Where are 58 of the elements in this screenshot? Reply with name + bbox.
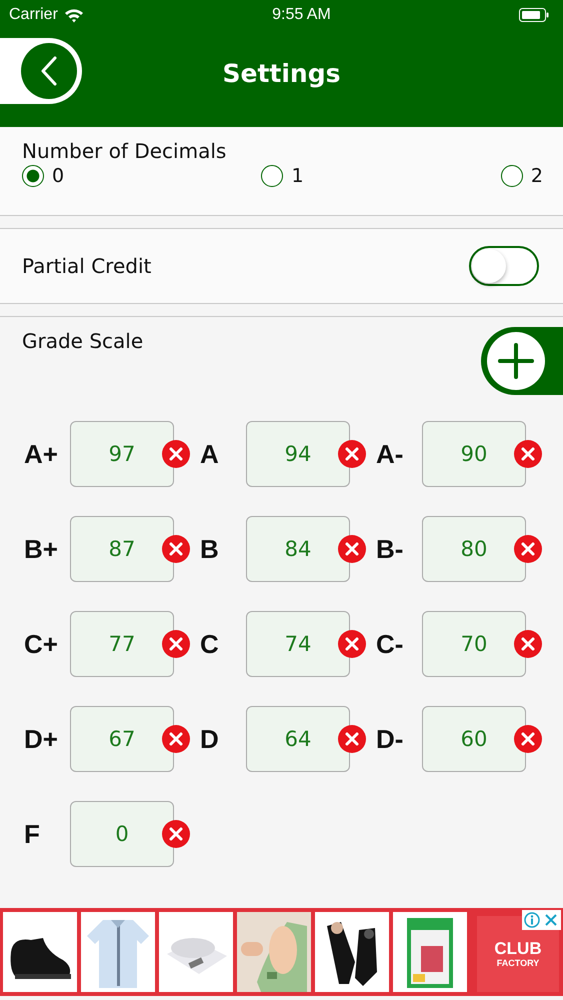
grade-label: A [200,438,220,470]
radio-option[interactable]: 2 [500,165,543,187]
grade-label: F [24,818,41,850]
grade-label: A- [376,438,404,470]
grade-input[interactable]: 87 [70,516,174,582]
delete-icon[interactable] [338,440,366,468]
radio-option[interactable]: 0 [22,165,64,187]
delete-icon[interactable] [338,630,366,658]
info-icon[interactable] [524,912,540,928]
grade-input[interactable]: 70 [422,611,526,677]
carrier-label: Carrier [9,6,58,24]
grade-input[interactable]: 0 [70,801,174,867]
delete-icon[interactable] [514,630,542,658]
chevron-left-icon [41,56,57,86]
grade-label: C [200,628,220,660]
delete-icon[interactable] [162,630,190,658]
delete-icon[interactable] [162,535,190,563]
grade-input[interactable]: 74 [246,611,350,677]
close-icon[interactable] [543,912,559,928]
grade-label: D [200,724,220,754]
grade-label: D+ [24,724,59,754]
delete-icon[interactable] [514,725,542,753]
grade-input[interactable]: 90 [422,421,526,487]
screen-title: Settings [222,59,340,88]
add-button[interactable] [481,327,563,395]
grade-input[interactable]: 97 [70,421,174,487]
delete-icon[interactable] [162,725,190,753]
setting-label: Partial Credit [22,254,152,278]
plus-icon [498,343,534,379]
section-label: Grade Scale [22,329,144,355]
grade-input[interactable]: 84 [246,516,350,582]
grade-label: C- [376,628,404,660]
grade-label: B- [376,534,404,564]
grade-input[interactable]: 77 [70,611,174,677]
toggle-switch[interactable] [469,246,539,286]
grade-label: A+ [24,438,59,470]
grade-input[interactable]: 67 [70,706,174,772]
section-label: Number of Decimals [22,139,228,163]
clock-label: 9:55 AM [272,6,331,24]
grade-label: D- [376,724,404,754]
grade-input[interactable]: 64 [246,706,350,772]
ad-logo[interactable]: CLUB FACTORY [477,916,559,992]
delete-icon[interactable] [338,725,366,753]
wifi-icon [64,8,84,22]
grade-label: C+ [24,628,59,660]
delete-icon[interactable] [514,440,542,468]
grade-input[interactable]: 80 [422,516,526,582]
delete-icon[interactable] [514,535,542,563]
grade-label: B+ [24,534,59,564]
grade-label: B [200,534,220,564]
battery-icon [519,8,549,22]
grade-input[interactable]: 94 [246,421,350,487]
delete-icon[interactable] [162,440,190,468]
delete-icon[interactable] [162,820,190,848]
radio-option[interactable]: 1 [261,165,304,187]
delete-icon[interactable] [338,535,366,563]
grade-input[interactable]: 60 [422,706,526,772]
back-button[interactable] [0,38,82,104]
